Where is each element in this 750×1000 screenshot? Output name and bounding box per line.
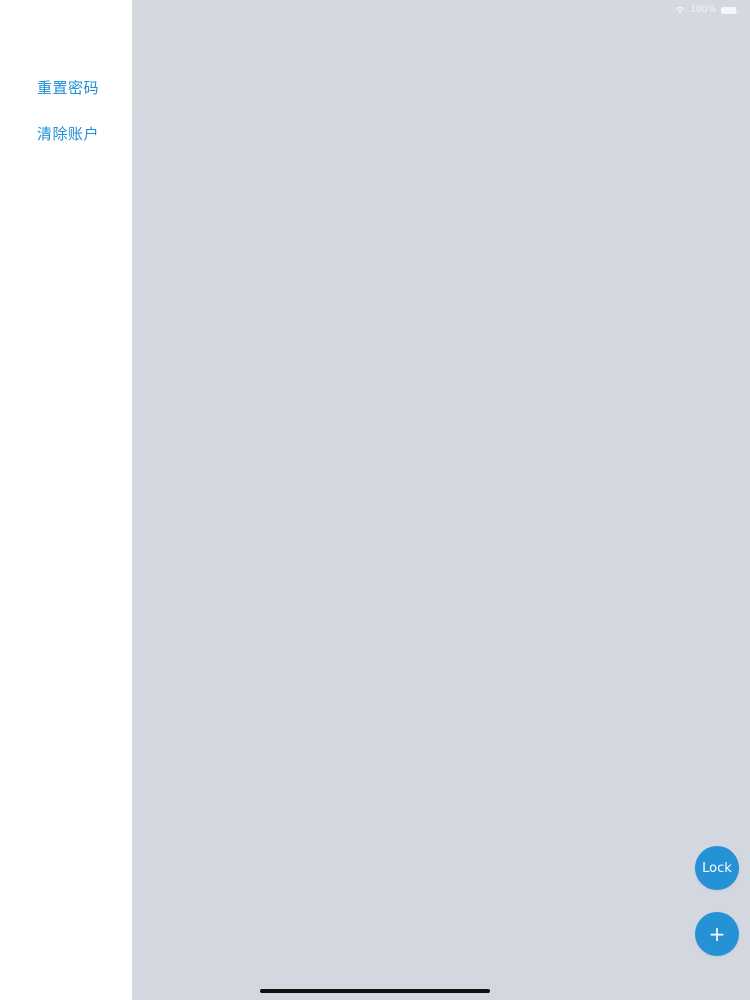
home-indicator <box>260 989 490 993</box>
main-content: 100% <box>132 0 750 1000</box>
top-bar: 100% <box>132 0 750 109</box>
wifi-icon <box>675 6 685 14</box>
status-bar: 100% <box>675 3 738 17</box>
reset-password-button[interactable]: 重置密码 <box>37 78 99 98</box>
app-screen: 重置密码 清除账户 100% Lock + <box>0 0 750 1000</box>
sidebar: 重置密码 清除账户 <box>0 0 132 1000</box>
lock-button[interactable]: Lock <box>695 846 739 890</box>
clear-account-button[interactable]: 清除账户 <box>37 124 99 144</box>
add-button[interactable]: + <box>695 912 739 956</box>
battery-icon <box>721 6 738 14</box>
battery-percentage: 100% <box>690 5 716 15</box>
